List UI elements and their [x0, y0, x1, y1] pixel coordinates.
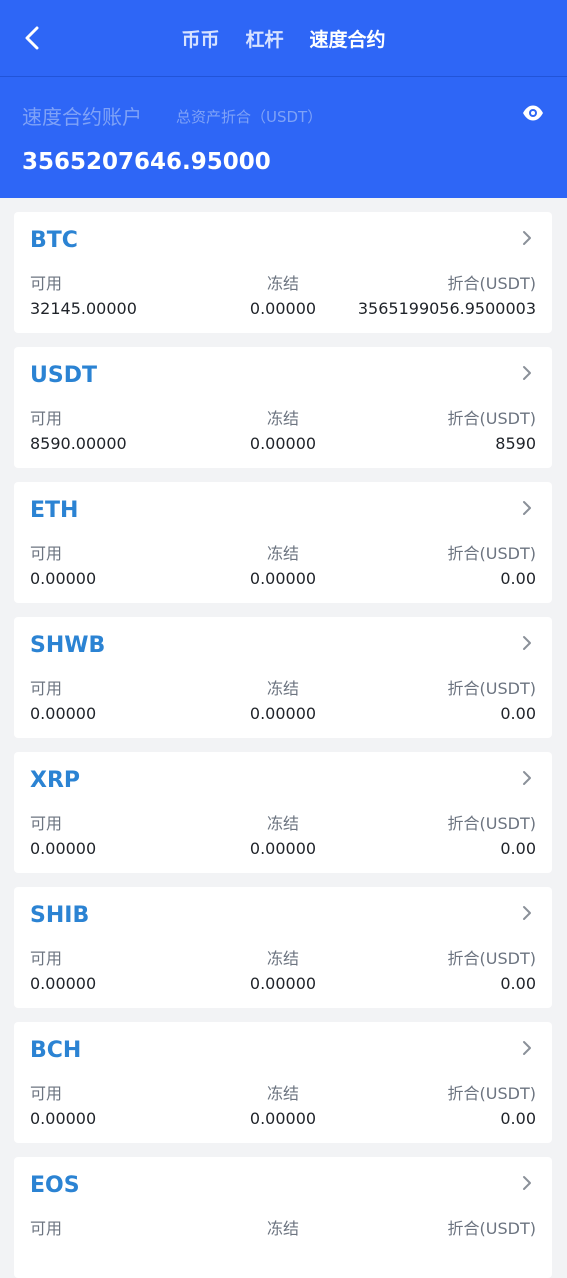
coin-symbol: EOS — [30, 1173, 80, 1198]
tab-spot[interactable]: 币币 — [181, 25, 219, 52]
chevron-right-icon — [523, 501, 531, 515]
converted-label: 折合(USDT) — [447, 274, 536, 293]
converted-label: 折合(USDT) — [447, 1084, 536, 1103]
converted-value: 0.00 — [500, 704, 536, 723]
converted-label: 折合(USDT) — [447, 814, 536, 833]
asset-card[interactable]: BCH 可用 冻结 折合(USDT) 0.00000 0.00000 0.00 — [14, 1022, 552, 1143]
coin-symbol: SHIB — [30, 903, 90, 928]
converted-label: 折合(USDT) — [447, 544, 536, 563]
tab-speed-contract[interactable]: 速度合约 — [310, 25, 386, 52]
converted-value: 0.00 — [500, 974, 536, 993]
chevron-right-icon — [523, 366, 531, 380]
account-title: 速度合约账户 — [22, 105, 142, 129]
eye-icon[interactable] — [522, 104, 544, 122]
coin-symbol: BTC — [30, 228, 78, 253]
coin-symbol: USDT — [30, 363, 97, 388]
asset-card[interactable]: SHIB 可用 冻结 折合(USDT) 0.00000 0.00000 0.00 — [14, 887, 552, 1008]
account-subtitle: 总资产折合（USDT） — [176, 108, 323, 126]
chevron-right-icon — [523, 1176, 531, 1190]
converted-label: 折合(USDT) — [447, 1219, 536, 1238]
frozen-value: 0.00000 — [249, 569, 317, 588]
coin-symbol: SHWB — [30, 633, 106, 658]
asset-card[interactable]: BTC 可用 冻结 折合(USDT) 32145.00000 0.00000 3565199… — [14, 212, 552, 333]
converted-value: 3565199056.9500003 — [357, 299, 536, 318]
market-tabs: 币币 杠杆 速度合约 — [0, 0, 567, 77]
chevron-right-icon — [523, 636, 531, 650]
converted-value: 0.00 — [500, 839, 536, 858]
asset-card[interactable]: SHWB 可用 冻结 折合(USDT) 0.00000 0.00000 0.00 — [14, 617, 552, 738]
chevron-right-icon — [523, 231, 531, 245]
converted-value: 0.00 — [500, 1109, 536, 1128]
converted-label: 折合(USDT) — [447, 679, 536, 698]
account-summary: 速度合约账户 总资产折合（USDT） 3565207646.95000 — [0, 77, 567, 198]
asset-card[interactable]: XRP 可用 冻结 折合(USDT) 0.00000 0.00000 0.00 — [14, 752, 552, 873]
top-nav-bar: 币币 杠杆 速度合约 — [0, 0, 567, 77]
frozen-value: 0.00000 — [249, 434, 317, 453]
tab-margin[interactable]: 杠杆 — [245, 25, 283, 52]
converted-value: 8590 — [495, 434, 536, 453]
frozen-value: 0.00000 — [249, 974, 317, 993]
coin-symbol: XRP — [30, 768, 81, 793]
coin-symbol: BCH — [30, 1038, 82, 1063]
asset-card[interactable]: EOS 可用 冻结 折合(USDT) — [14, 1157, 552, 1278]
frozen-value: 0.00000 — [249, 704, 317, 723]
frozen-value: 0.00000 — [249, 1109, 317, 1128]
asset-card[interactable]: ETH 可用 冻结 折合(USDT) 0.00000 0.00000 0.00 — [14, 482, 552, 603]
converted-value: 0.00 — [500, 569, 536, 588]
frozen-value: 0.00000 — [249, 839, 317, 858]
chevron-right-icon — [523, 906, 531, 920]
account-total-value: 3565207646.95000 — [22, 149, 271, 175]
coin-symbol: ETH — [30, 498, 79, 523]
chevron-right-icon — [523, 1041, 531, 1055]
asset-card[interactable]: USDT 可用 冻结 折合(USDT) 8590.00000 0.00000 8590 — [14, 347, 552, 468]
converted-label: 折合(USDT) — [447, 949, 536, 968]
converted-label: 折合(USDT) — [447, 409, 536, 428]
chevron-right-icon — [523, 771, 531, 785]
